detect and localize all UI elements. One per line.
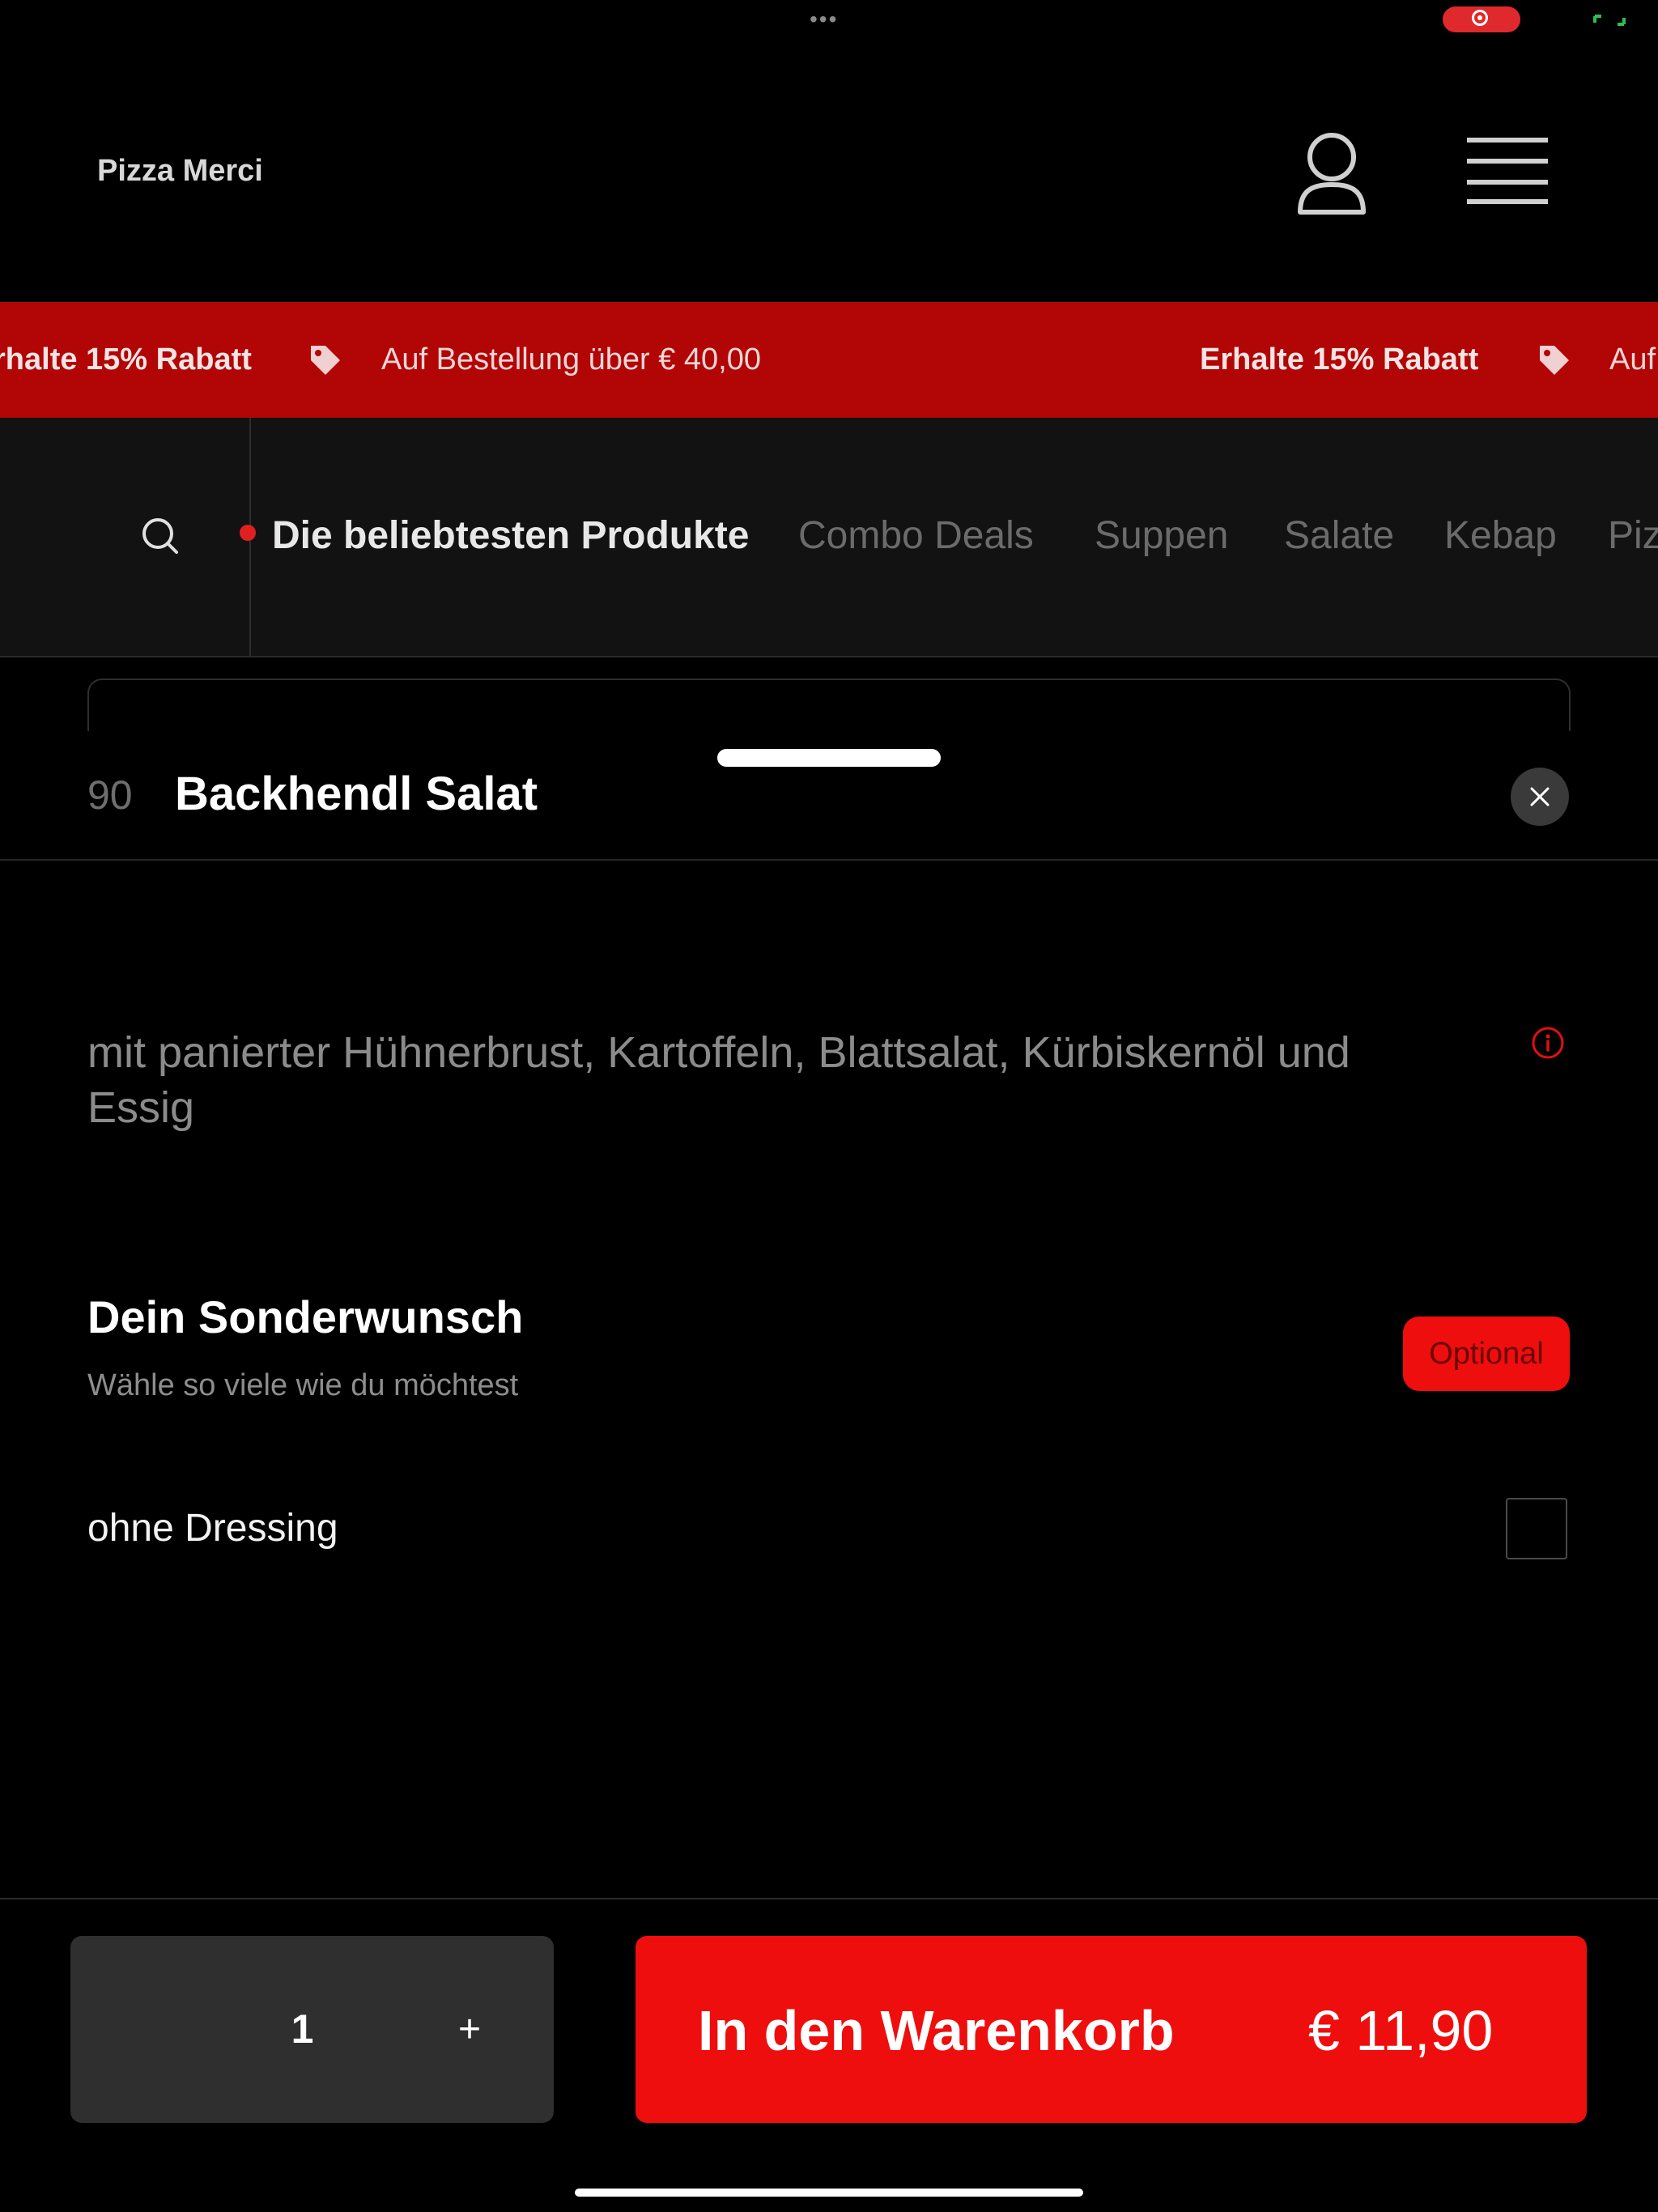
search-button[interactable]: [0, 418, 251, 656]
active-category-indicator: [240, 525, 256, 541]
tag-icon: [311, 346, 340, 375]
option-checkbox-ohne-dressing[interactable]: [1506, 1498, 1567, 1559]
add-to-cart-label: In den Warenkorb: [698, 1999, 1175, 2062]
item-description: mit panierter Hühnerbrust, Kartoffeln, B…: [87, 1028, 1350, 1132]
category-tab-kebap[interactable]: Kebap: [1444, 513, 1557, 559]
promo-detail: Auf Bestellung über € 40,00: [381, 342, 762, 376]
home-indicator[interactable]: [575, 2189, 1083, 2197]
screen-recording-icon: [1443, 6, 1520, 32]
close-icon: [1530, 787, 1550, 806]
screen-mirroring-icon: [1593, 15, 1626, 26]
category-tab-suppen[interactable]: Suppen: [1095, 513, 1229, 559]
restaurant-name[interactable]: Pizza Merci: [97, 154, 263, 189]
multitasking-dots-icon[interactable]: •••: [810, 8, 838, 31]
promo-banner: rhalte 15% Rabatt Auf Bestellung über € …: [0, 302, 1658, 418]
category-tab-combo-deals[interactable]: Combo Deals: [798, 513, 1034, 559]
category-tab-pizza[interactable]: Piz: [1608, 513, 1658, 559]
tag-icon: [1540, 346, 1569, 375]
menu-icon[interactable]: [1467, 136, 1548, 206]
promo-headline: Erhalte 15% Rabatt: [1200, 342, 1479, 376]
option-group-subtitle: Wähle so viele wie du möchtest: [87, 1368, 519, 1402]
category-tab-popular[interactable]: Die beliebtesten Produkte: [272, 513, 749, 559]
optional-badge: Optional: [1403, 1317, 1570, 1391]
category-nav: Die beliebtesten Produkte Combo Deals Su…: [0, 418, 1658, 657]
user-icon[interactable]: [1295, 128, 1368, 217]
category-tab-salate[interactable]: Salate: [1284, 513, 1394, 559]
promo-headline: rhalte 15% Rabatt: [0, 342, 252, 376]
info-icon[interactable]: [1530, 1025, 1566, 1061]
sheet-grabber-handle[interactable]: [717, 749, 941, 767]
search-icon: [142, 518, 178, 554]
item-title: Backhendl Salat: [175, 768, 538, 820]
option-group-title: Dein Sonderwunsch: [87, 1291, 524, 1342]
close-button[interactable]: [1511, 768, 1569, 826]
add-to-cart-price: € 11,90: [1308, 1999, 1494, 2062]
item-number: 90: [87, 772, 133, 818]
promo-detail: Auf: [1609, 342, 1656, 376]
option-label-ohne-dressing[interactable]: ohne Dressing: [87, 1504, 338, 1553]
quantity-increase-button[interactable]: +: [437, 1936, 502, 2123]
